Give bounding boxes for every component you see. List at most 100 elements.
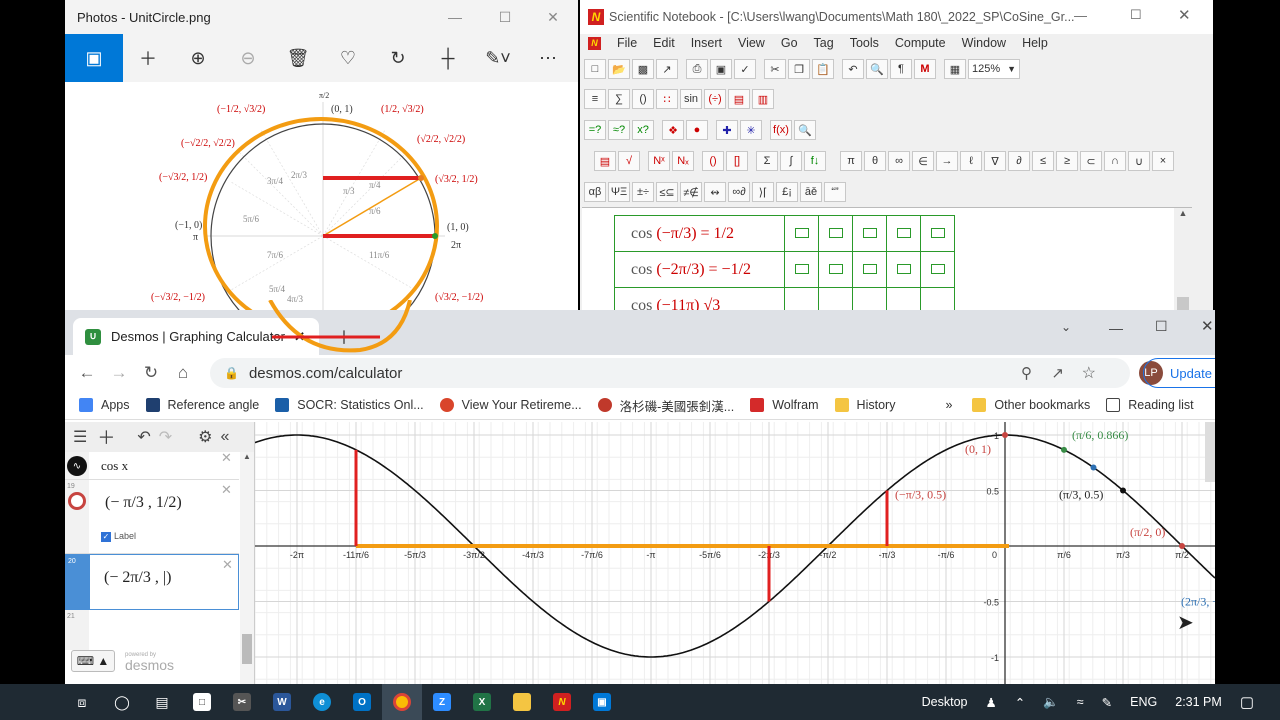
expression-scrollbar[interactable]: ▲: [240, 452, 254, 684]
bookmark-apps[interactable]: Apps: [79, 398, 130, 412]
expression-cos[interactable]: ∿ cos x ✕: [65, 450, 239, 480]
delete-expression-icon[interactable]: ✕: [221, 450, 232, 466]
cut-icon[interactable]: ✂: [764, 59, 786, 79]
nb-minimize-icon[interactable]: —: [1074, 8, 1087, 23]
excel-icon[interactable]: X: [462, 684, 502, 720]
word-icon[interactable]: W: [262, 684, 302, 720]
label-checkbox[interactable]: ✓ Label: [101, 531, 136, 542]
frac-tool-icon[interactable]: ▤: [594, 151, 616, 171]
close-icon[interactable]: ✕: [530, 0, 576, 34]
expression-text[interactable]: (− 2π/3 , |): [104, 569, 171, 587]
rotate-icon[interactable]: ↻: [373, 34, 423, 82]
symbol-element[interactable]: ∈: [912, 151, 934, 171]
graph-svg[interactable]: -2π-11π/6-5π/3-3π/2-4π/3-7π/6-π-5π/6-2π/…: [237, 422, 1215, 684]
plot2d-icon[interactable]: ✚: [716, 120, 738, 140]
relations-icon[interactable]: ≤⊆: [656, 182, 678, 202]
zoom-controls[interactable]: [1205, 422, 1215, 482]
zoom-app-icon[interactable]: Z: [422, 684, 462, 720]
graph-point[interactable]: [1090, 464, 1097, 471]
menu-file[interactable]: File: [617, 36, 637, 50]
binary-ops-icon[interactable]: ±÷: [632, 182, 654, 202]
undo-icon[interactable]: ↶: [137, 427, 150, 447]
delimiters-icon[interactable]: ⟩⌈: [752, 182, 774, 202]
language-label[interactable]: ENG: [1130, 695, 1157, 709]
start-icon[interactable]: ⧈: [62, 684, 102, 720]
matrix-icon[interactable]: ∷: [656, 89, 678, 109]
print-icon[interactable]: ⎙: [686, 59, 708, 79]
menu-tag[interactable]: Tag: [814, 36, 834, 50]
notebook-document[interactable]: cos (−π/3) = 1/2 cos (−2π/3) = −1/2 cos …: [582, 207, 1192, 310]
trig-icon[interactable]: sin: [680, 89, 702, 109]
copy-icon[interactable]: ❐: [788, 59, 810, 79]
simplify-icon[interactable]: ❖: [662, 120, 684, 140]
display-icon[interactable]: ▤: [728, 89, 750, 109]
new-icon[interactable]: □: [584, 59, 606, 79]
more-icon[interactable]: ⋯: [523, 34, 573, 82]
redo-icon[interactable]: ↷: [159, 427, 172, 447]
arrows-icon[interactable]: ↭: [704, 182, 726, 202]
paste-icon[interactable]: 📋: [812, 59, 834, 79]
define-icon[interactable]: f(x): [770, 120, 792, 140]
back-icon[interactable]: ←: [71, 363, 103, 383]
expression-point-2[interactable]: 20 (− 2π/3 , |) ✕: [65, 554, 239, 610]
pen-icon[interactable]: ✎: [1102, 695, 1112, 710]
people-icon[interactable]: ♟: [986, 695, 997, 710]
chevron-up-icon[interactable]: ⌃: [1015, 695, 1025, 710]
symbol-cup[interactable]: ∪: [1128, 151, 1150, 171]
symbol-times[interactable]: ×: [1152, 151, 1174, 171]
edit-icon[interactable]: ✎˅: [473, 34, 523, 82]
symbol-pi[interactable]: π: [840, 151, 862, 171]
sum-icon[interactable]: Σ: [756, 151, 778, 171]
preview-icon[interactable]: ▣: [710, 59, 732, 79]
scroll-thumb[interactable]: [1177, 297, 1189, 310]
align-icon[interactable]: ≡: [584, 89, 606, 109]
star-icon[interactable]: ☆: [1082, 363, 1096, 383]
tab-close-icon[interactable]: ✕: [294, 329, 305, 345]
graph-point[interactable]: [1120, 487, 1126, 494]
other-bookmarks[interactable]: Other bookmarks: [972, 398, 1090, 412]
table-icon[interactable]: ▦: [944, 59, 966, 79]
omnibox[interactable]: 🔒 desmos.com/calculator ⚲ ↗ ☆: [210, 358, 1130, 388]
math-mode-icon[interactable]: M: [914, 59, 936, 79]
menu-insert[interactable]: Insert: [691, 36, 722, 50]
forward-icon[interactable]: →: [103, 363, 135, 383]
export-icon[interactable]: ↗: [656, 59, 678, 79]
fraction-icon[interactable]: (÷): [704, 89, 726, 109]
scroll-thumb[interactable]: [242, 634, 252, 664]
graph-point[interactable]: [1002, 432, 1008, 438]
volume-icon[interactable]: 🔈: [1043, 695, 1059, 710]
sqrt-tool-icon[interactable]: √: [618, 151, 640, 171]
stop-icon[interactable]: ●: [686, 120, 708, 140]
open-icon[interactable]: 📂: [608, 59, 630, 79]
clock[interactable]: 2:31 PM: [1175, 695, 1222, 709]
collapse-icon[interactable]: «: [221, 428, 230, 446]
graph-point[interactable]: [1061, 446, 1067, 453]
integral-icon[interactable]: ∑: [608, 89, 630, 109]
zoom-in-icon[interactable]: ⊕: [173, 34, 223, 82]
accents-icon[interactable]: āě: [800, 182, 822, 202]
keyboard-button[interactable]: ⌨ ▲: [71, 650, 115, 672]
greek-icon[interactable]: αβ: [584, 182, 606, 202]
symbol-partial[interactable]: ∂: [1008, 151, 1030, 171]
notebook-scrollbar[interactable]: ▲: [1174, 208, 1192, 310]
graph-color-icon[interactable]: ∿: [67, 456, 87, 476]
zoom-out-icon[interactable]: ⊖: [223, 34, 273, 82]
wifi-icon[interactable]: ≈: [1077, 695, 1084, 709]
task-view-icon[interactable]: ▤: [142, 684, 182, 720]
paren-icon[interactable]: (): [702, 151, 724, 171]
save-icon[interactable]: ▩: [632, 59, 654, 79]
menu-edit[interactable]: Edit: [653, 36, 675, 50]
minimize-icon[interactable]: —: [432, 0, 478, 34]
plot3d-icon[interactable]: ✳: [740, 120, 762, 140]
nb-close-icon[interactable]: ✕: [1178, 6, 1191, 24]
misc-symbols-icon[interactable]: ∞∂: [728, 182, 750, 202]
bookmark-history[interactable]: History: [834, 398, 895, 412]
snip-icon[interactable]: ✂: [222, 684, 262, 720]
neg-relations-icon[interactable]: ≠∉: [680, 182, 702, 202]
point-color-icon[interactable]: [68, 492, 86, 510]
symbol-geq[interactable]: ≥: [1056, 151, 1078, 171]
outlook-icon[interactable]: O: [342, 684, 382, 720]
chrome-icon[interactable]: [382, 684, 422, 720]
reload-icon[interactable]: ↻: [135, 363, 167, 383]
bookmark-socr[interactable]: SOCR: Statistics Onl...: [275, 398, 424, 412]
